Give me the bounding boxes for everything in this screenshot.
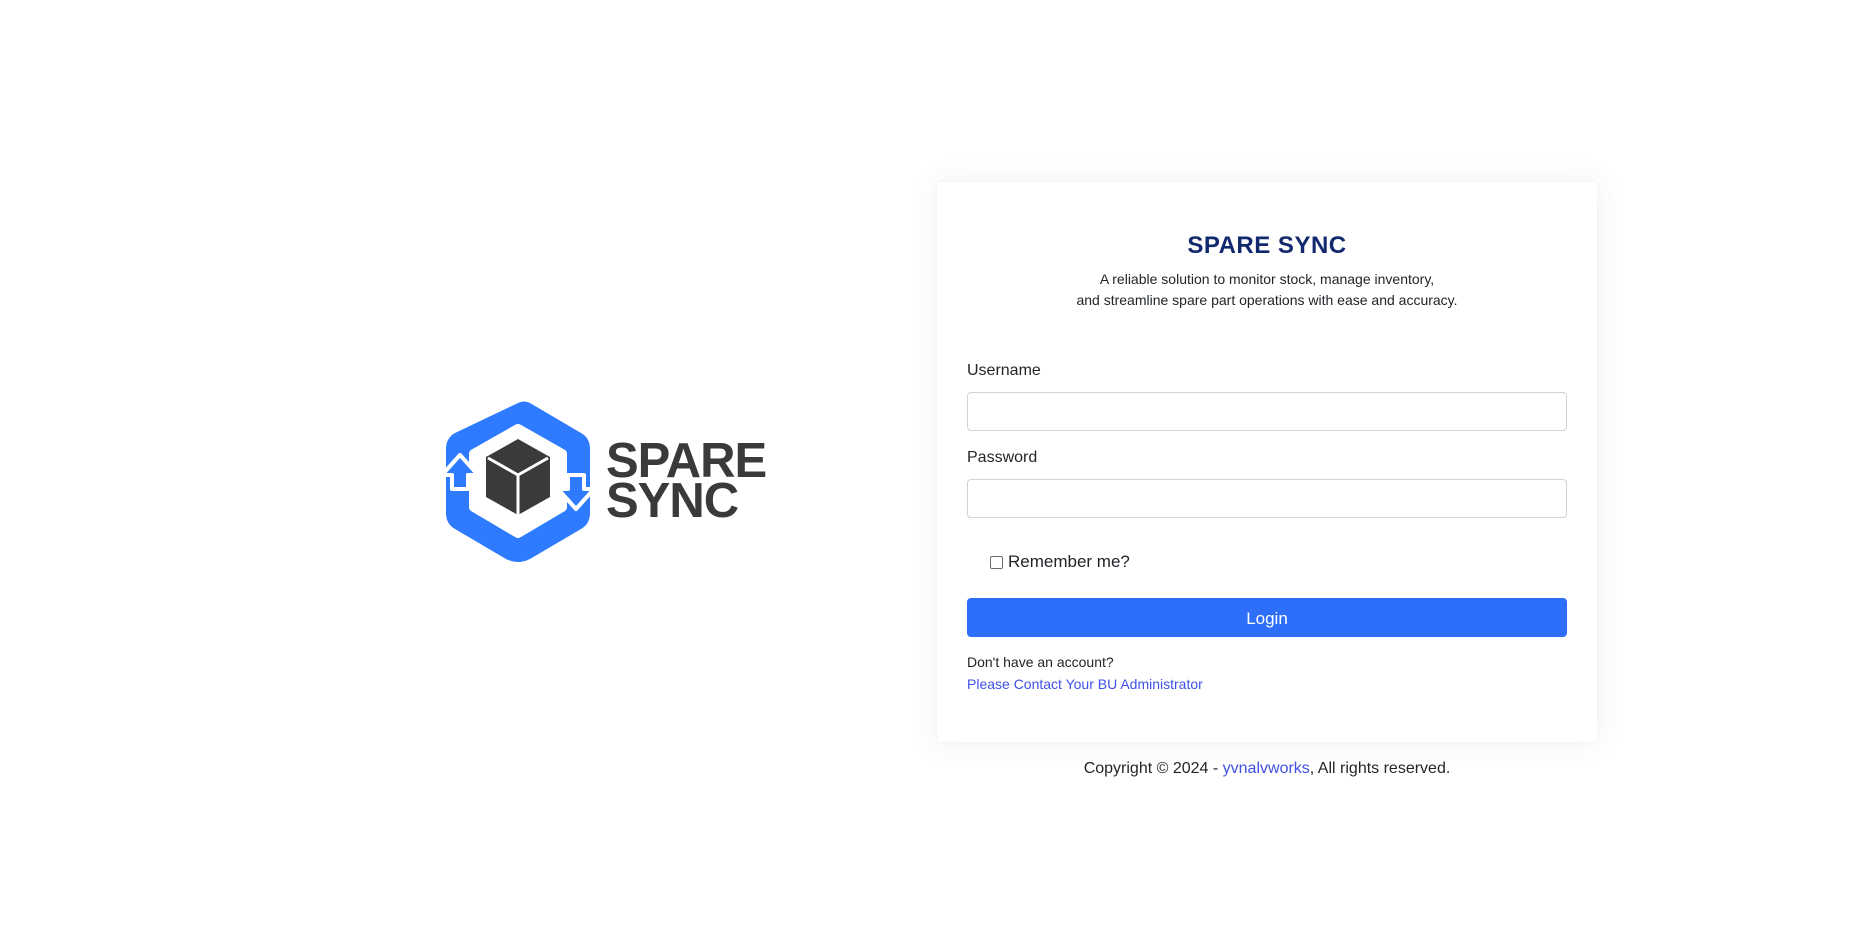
username-label: Username <box>967 362 1041 379</box>
login-button[interactable]: Login <box>967 598 1567 637</box>
copyright-prefix: Copyright © 2024 - <box>1083 760 1223 777</box>
remember-me-label[interactable]: Remember me? <box>1008 552 1130 572</box>
remember-me[interactable]: Remember me? <box>990 552 1130 572</box>
company-link[interactable]: yvnalvworks <box>1223 760 1310 777</box>
no-account-text: Don't have an account? <box>967 654 1114 670</box>
spare-sync-logo: SPARE SYNC <box>438 397 767 567</box>
contact-admin-link[interactable]: Please Contact Your BU Administrator <box>967 676 1203 692</box>
logo-text-sync: SYNC <box>606 474 739 528</box>
copyright-suffix: , All rights reserved. <box>1309 760 1451 777</box>
login-card: SPARE SYNC A reliable solution to monito… <box>937 182 1597 742</box>
subtitle-line-2: and streamline spare part operations wit… <box>1076 292 1458 308</box>
password-label: Password <box>967 449 1038 466</box>
login-page: SPARE SYNC SPARE SYNC A reliable solutio… <box>0 0 1857 951</box>
copyright: Copyright © 2024 - yvnalvworks, All righ… <box>937 760 1597 778</box>
box-sync-icon <box>440 401 596 562</box>
app-title: SPARE SYNC <box>1187 232 1347 259</box>
password-input[interactable] <box>967 479 1567 518</box>
app-subtitle: A reliable solution to monitor stock, ma… <box>937 269 1597 311</box>
username-input[interactable] <box>967 392 1567 431</box>
subtitle-line-1: A reliable solution to monitor stock, ma… <box>1099 271 1435 287</box>
remember-me-checkbox[interactable] <box>990 555 1003 569</box>
